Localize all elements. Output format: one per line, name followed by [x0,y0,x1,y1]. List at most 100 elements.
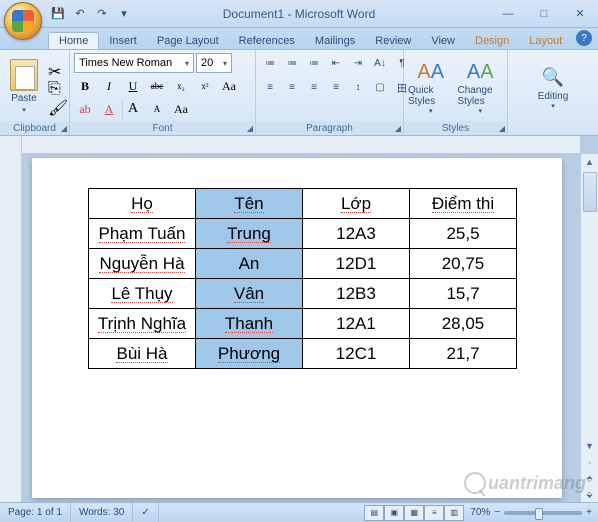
table-cell[interactable]: Trung [196,219,303,249]
table-cell[interactable]: 25,5 [410,219,517,249]
proofing-icon[interactable]: ✓ [133,503,158,522]
clipboard-launcher-icon[interactable]: ◢ [61,124,67,133]
table-cell[interactable]: An [196,249,303,279]
multilevel-button[interactable]: ≔ [304,54,324,72]
grow-font-button[interactable]: A [122,99,144,119]
font-size-combo[interactable]: 20▾ [196,53,232,73]
table-cell[interactable]: 21,7 [410,339,517,369]
italic-button[interactable]: I [98,76,120,96]
maximize-button[interactable]: □ [526,3,562,25]
vertical-ruler[interactable] [0,136,22,502]
table-cell[interactable]: 20,75 [410,249,517,279]
zoom-slider[interactable] [504,511,582,515]
tab-page-layout[interactable]: Page Layout [147,33,229,49]
table-cell[interactable]: Trịnh Nghĩa [89,309,196,339]
tab-mailings[interactable]: Mailings [305,33,365,49]
page-status[interactable]: Page: 1 of 1 [0,503,71,522]
highlight-button[interactable]: ab [74,99,96,119]
browse-object-icon[interactable]: ◦ [588,454,591,470]
tab-design[interactable]: Design [465,33,519,49]
outline-view[interactable]: ≡ [424,505,444,521]
font-color-button[interactable]: A [98,99,120,119]
table-cell[interactable]: 12B3 [303,279,410,309]
redo-icon[interactable]: ↷ [94,6,110,22]
sort-button[interactable]: A↓ [370,54,390,72]
table-header-cell[interactable]: Điểm thi [410,189,517,219]
tab-home[interactable]: Home [48,32,99,49]
table-cell[interactable]: Bùi Hà [89,339,196,369]
office-button[interactable] [4,2,42,40]
scroll-down-icon[interactable]: ▼ [581,438,598,454]
table-cell[interactable]: Lê Thụy [89,279,196,309]
shading-button[interactable]: ▢ [370,78,390,96]
subscript-button[interactable]: x₂ [170,76,192,96]
web-layout-view[interactable]: ▦ [404,505,424,521]
prev-page-icon[interactable]: ⬘ [586,470,592,486]
page[interactable]: Họ Tên Lớp Điểm thi Phạm Tuấn Trung 12A3… [32,158,562,498]
zoom-in-button[interactable]: + [586,507,592,518]
data-table[interactable]: Họ Tên Lớp Điểm thi Phạm Tuấn Trung 12A3… [88,188,517,369]
next-page-icon[interactable]: ⬙ [586,486,592,502]
decrease-indent-button[interactable]: ⇤ [326,54,346,72]
strike-button[interactable]: abc [146,76,168,96]
paragraph-launcher-icon[interactable]: ◢ [395,124,401,133]
horizontal-ruler[interactable] [22,136,580,154]
font-name-combo[interactable]: Times New Roman▾ [74,53,194,73]
format-painter-icon[interactable]: 🖌 [48,98,64,112]
bullets-button[interactable]: ≔ [260,54,280,72]
clear-format-button[interactable]: Aa [170,99,192,119]
styles-launcher-icon[interactable]: ◢ [499,124,505,133]
table-cell[interactable]: 15,7 [410,279,517,309]
vertical-scrollbar[interactable]: ▲ ▼ ◦ ⬘ ⬙ [580,154,598,502]
superscript-button[interactable]: x² [194,76,216,96]
minimize-button[interactable]: — [490,3,526,25]
table-cell[interactable]: 28,05 [410,309,517,339]
zoom-out-button[interactable]: − [494,507,500,518]
table-cell[interactable]: Nguyễn Hà [89,249,196,279]
font-launcher-icon[interactable]: ◢ [247,124,253,133]
change-case-button[interactable]: Aa [218,76,240,96]
tab-references[interactable]: References [229,33,305,49]
table-cell[interactable]: Phạm Tuấn [89,219,196,249]
save-icon[interactable]: 💾 [50,6,66,22]
undo-icon[interactable]: ↶ [72,6,88,22]
table-cell[interactable]: 12D1 [303,249,410,279]
full-screen-view[interactable]: ▣ [384,505,404,521]
align-center-button[interactable]: ≡ [282,78,302,96]
numbering-button[interactable]: ≔ [282,54,302,72]
underline-button[interactable]: U [122,76,144,96]
table-cell[interactable]: Phương [196,339,303,369]
tab-view[interactable]: View [421,33,465,49]
change-styles-button[interactable]: AA Change Styles▾ [458,59,504,115]
table-cell[interactable]: 12A1 [303,309,410,339]
print-layout-view[interactable]: ▤ [364,505,384,521]
table-cell[interactable]: 12C1 [303,339,410,369]
scroll-thumb[interactable] [583,172,597,212]
help-icon[interactable]: ? [576,30,592,46]
tab-layout[interactable]: Layout [519,33,572,49]
quick-styles-button[interactable]: AA Quick Styles▾ [408,59,454,115]
scroll-up-icon[interactable]: ▲ [581,154,598,170]
cut-icon[interactable]: ✂ [48,62,64,76]
table-cell[interactable]: 12A3 [303,219,410,249]
table-cell[interactable]: Vân [196,279,303,309]
document-scroll[interactable]: Họ Tên Lớp Điểm thi Phạm Tuấn Trung 12A3… [22,136,598,502]
line-spacing-button[interactable]: ↕ [348,78,368,96]
table-header-cell[interactable]: Lớp [303,189,410,219]
shrink-font-button[interactable]: A [146,99,168,119]
qat-more-icon[interactable]: ▾ [116,6,132,22]
increase-indent-button[interactable]: ⇥ [348,54,368,72]
justify-button[interactable]: ≡ [326,78,346,96]
word-count[interactable]: Words: 30 [71,503,133,522]
paste-button[interactable]: Paste ▾ [4,59,44,114]
copy-icon[interactable]: ⎘ [48,80,64,94]
bold-button[interactable]: B [74,76,96,96]
zoom-level[interactable]: 70% [470,507,490,518]
table-header-cell[interactable]: Tên [196,189,303,219]
tab-review[interactable]: Review [365,33,421,49]
close-button[interactable]: ✕ [562,3,598,25]
align-right-button[interactable]: ≡ [304,78,324,96]
table-cell[interactable]: Thanh [196,309,303,339]
tab-insert[interactable]: Insert [99,33,147,49]
editing-button[interactable]: 🔍 Editing▾ [528,63,578,110]
